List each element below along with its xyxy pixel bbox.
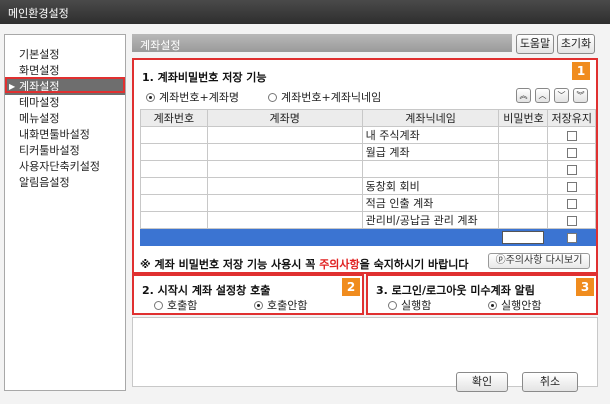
move-top-button[interactable]: ︽ (516, 88, 531, 103)
account-table: 계좌번호 계좌명 계좌닉네임 비밀번호 저장유지 내 주식계좌 월급 계좌 동창… (140, 109, 596, 246)
unpaid-alert-section: 3 3. 로그인/로그아웃 미수계좌 알림 실행함 실행안함 (366, 274, 598, 315)
column-header: 계좌닉네임 (361, 109, 500, 127)
help-button[interactable]: 도움말 (516, 34, 554, 54)
column-header: 비밀번호 (498, 109, 549, 127)
column-header: 저장유지 (547, 109, 596, 127)
settings-sidebar: 기본설정 화면설정 ▶ 계좌설정 테마설정 메뉴설정 내화면툴바설정 티커툴바설정… (4, 34, 126, 391)
section-badge: 3 (576, 278, 594, 296)
move-up-button[interactable]: ︿ (535, 88, 550, 103)
save-checkbox[interactable] (566, 130, 577, 141)
radio-dot-icon (488, 301, 497, 310)
section-badge: 1 (572, 62, 590, 80)
warning-highlight: 주의사항 (319, 258, 360, 271)
column-header: 계좌번호 (140, 109, 208, 127)
section-badge: 2 (342, 278, 360, 296)
sidebar-item-screen[interactable]: 화면설정 (5, 63, 125, 79)
sidebar-item-label: 내화면툴바설정 (19, 128, 90, 141)
cancel-button[interactable]: 취소 (522, 372, 578, 392)
save-checkbox[interactable] (566, 147, 577, 158)
sidebar-item-theme[interactable]: 테마설정 (5, 95, 125, 111)
sidebar-item-toolbar[interactable]: 내화면툴바설정 (5, 127, 125, 143)
radio-label: 호출안함 (267, 299, 308, 312)
radio-dot-icon (146, 93, 155, 102)
sidebar-item-label: 티커툴바설정 (19, 144, 80, 157)
move-bottom-button[interactable]: ︾ (573, 88, 588, 103)
radio-dot-icon (388, 301, 397, 310)
window-titlebar: 메인환경설정 (0, 0, 610, 24)
radio-account-nickname[interactable]: 계좌번호+계좌닉네임 (268, 89, 381, 105)
radio-label: 계좌번호+계좌닉네임 (281, 91, 382, 104)
radio-dot-icon (268, 93, 277, 102)
radio-label: 계좌번호+계좌명 (159, 91, 240, 104)
selected-arrow-icon: ▶ (9, 82, 16, 91)
radio-call[interactable]: 호출함 (154, 297, 197, 313)
nickname-cell (361, 160, 500, 178)
sidebar-item-label: 메뉴설정 (19, 112, 60, 125)
column-header: 계좌명 (206, 109, 363, 127)
up-icon: ︿ (538, 91, 547, 100)
radio-no-call[interactable]: 호출안함 (254, 297, 307, 313)
window-title: 메인환경설정 (8, 7, 69, 20)
radio-dot-icon (154, 301, 163, 310)
password-input[interactable] (502, 230, 545, 244)
nickname-cell: 월급 계좌 (361, 143, 500, 161)
nickname-cell: 관리비/공납금 관리 계좌 (361, 211, 500, 229)
startup-popup-section: 2 2. 시작시 계좌 설정창 호출 호출함 호출안함 (132, 274, 364, 315)
table-row[interactable]: 관리비/공납금 관리 계좌 (140, 211, 596, 229)
sidebar-item-sound[interactable]: 알림음설정 (5, 175, 125, 191)
password-save-section: 1 1. 계좌비밀번호 저장 기능 계좌번호+계좌명 계좌번호+계좌닉네임 ︽ … (132, 58, 598, 274)
section-title: 1. 계좌비밀번호 저장 기능 (142, 71, 267, 84)
sidebar-item-label: 계좌설정 (19, 80, 60, 93)
reset-button[interactable]: 초기화 (557, 34, 595, 54)
table-row[interactable]: 내 주식계좌 (140, 126, 596, 144)
section-title: 2. 시작시 계좌 설정창 호출 (142, 284, 271, 297)
radio-account-name[interactable]: 계좌번호+계좌명 (146, 89, 239, 105)
sidebar-item-label: 사용자단축키설정 (19, 160, 100, 173)
settings-dialog: 기본설정 화면설정 ▶ 계좌설정 테마설정 메뉴설정 내화면툴바설정 티커툴바설정… (0, 24, 610, 404)
table-header-row: 계좌번호 계좌명 계좌닉네임 비밀번호 저장유지 (140, 109, 596, 127)
nickname-cell: 동창회 회비 (361, 177, 500, 195)
panel-header: 계좌설정 (132, 34, 512, 52)
nickname-cell: 적금 인출 계좌 (361, 194, 500, 212)
radio-label: 호출함 (167, 299, 198, 312)
radio-label: 실행안함 (501, 299, 542, 312)
radio-no-run[interactable]: 실행안함 (488, 297, 541, 313)
radio-run[interactable]: 실행함 (388, 297, 431, 313)
sidebar-item-label: 화면설정 (19, 64, 60, 77)
save-checkbox[interactable] (566, 215, 577, 226)
save-checkbox[interactable] (566, 181, 577, 192)
table-row[interactable]: 동창회 회비 (140, 177, 596, 195)
table-row-selected[interactable] (140, 228, 596, 246)
sidebar-item-shortcut[interactable]: 사용자단축키설정 (5, 159, 125, 175)
table-row[interactable]: 적금 인출 계좌 (140, 194, 596, 212)
sidebar-item-menu[interactable]: 메뉴설정 (5, 111, 125, 127)
sidebar-item-ticker[interactable]: 티커툴바설정 (5, 143, 125, 159)
save-checkbox[interactable] (566, 232, 577, 243)
show-caution-again-button[interactable]: ⓟ주의사항 다시보기 (488, 253, 590, 269)
save-checkbox[interactable] (566, 198, 577, 209)
warning-text: ※ 계좌 비밀번호 저장 기능 사용시 꼭 주의사항을 숙지하시기 바랍니다 (140, 258, 469, 271)
double-down-icon: ︾ (576, 91, 585, 100)
sidebar-item-account[interactable]: ▶ 계좌설정 (5, 79, 125, 95)
nickname-cell: 내 주식계좌 (361, 126, 500, 144)
table-row[interactable] (140, 160, 596, 178)
sidebar-item-label: 알림음설정 (19, 176, 70, 189)
section-title: 3. 로그인/로그아웃 미수계좌 알림 (376, 284, 535, 297)
double-up-icon: ︽ (519, 91, 528, 100)
radio-label: 실행함 (401, 299, 432, 312)
move-down-button[interactable]: ﹀ (554, 88, 569, 103)
ok-button[interactable]: 확인 (456, 372, 508, 392)
sidebar-item-basic[interactable]: 기본설정 (5, 47, 125, 63)
table-row[interactable]: 월급 계좌 (140, 143, 596, 161)
down-icon: ﹀ (557, 91, 566, 100)
save-checkbox[interactable] (566, 164, 577, 175)
sidebar-item-label: 기본설정 (19, 48, 60, 61)
sidebar-item-label: 테마설정 (19, 96, 60, 109)
radio-dot-icon (254, 301, 263, 310)
page-title: 계좌설정 (140, 39, 181, 52)
